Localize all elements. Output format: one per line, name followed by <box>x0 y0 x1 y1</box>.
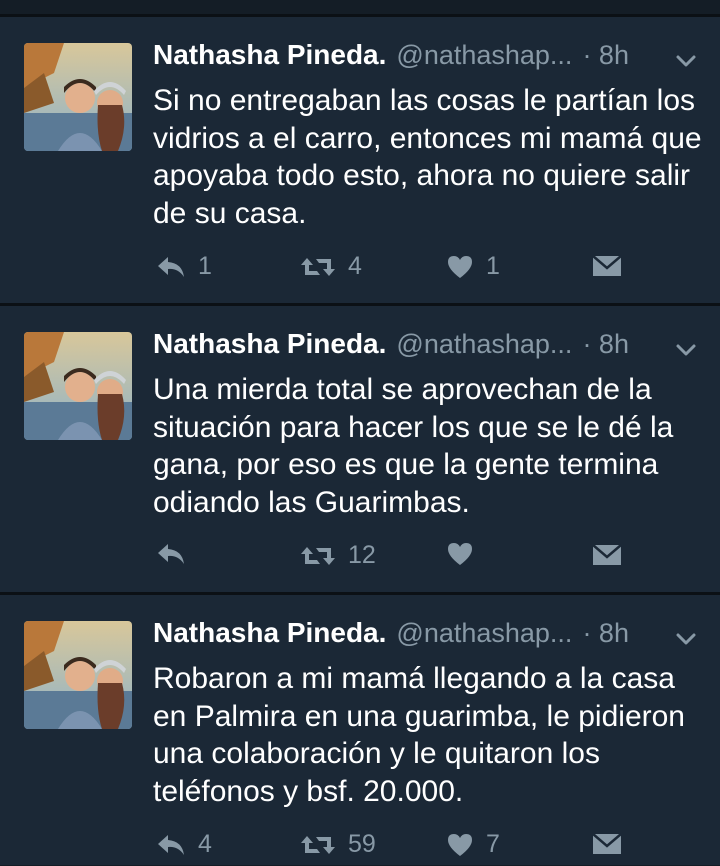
reply-button[interactable]: 4 <box>156 830 212 859</box>
chevron-down-icon[interactable] <box>672 336 700 364</box>
retweet-count: 59 <box>348 830 376 858</box>
retweet-button[interactable]: 4 <box>300 252 362 281</box>
tweet-text: Una mierda total se aprovechan de la sit… <box>153 373 674 519</box>
tweet-header: Nathasha Pineda. @nathashap... · 8h <box>153 328 629 368</box>
avatar[interactable] <box>24 621 132 729</box>
tweet-actions: 12 <box>0 537 720 577</box>
author-name[interactable]: Nathasha Pineda. <box>153 617 386 649</box>
tweet-actions: 1 4 1 <box>0 248 720 288</box>
tweet-time[interactable]: · 8h <box>582 329 629 360</box>
author-handle[interactable]: @nathashap... <box>396 618 572 649</box>
author-handle[interactable]: @nathashap... <box>396 40 572 71</box>
tweet-header: Nathasha Pineda. @nathashap... · 8h <box>153 39 629 79</box>
tweet-time[interactable]: · 8h <box>582 40 629 71</box>
reply-icon <box>158 834 184 855</box>
author-name[interactable]: Nathasha Pineda. <box>153 39 386 71</box>
like-button[interactable]: 7 <box>446 830 500 859</box>
retweet-icon <box>301 257 335 276</box>
avatar[interactable] <box>24 332 132 440</box>
tweet-actions: 4 59 7 <box>0 826 720 866</box>
message-button[interactable] <box>592 830 622 856</box>
like-button[interactable]: 1 <box>446 252 500 281</box>
tweet[interactable]: Nathasha Pineda. @nathashap... · 8h Una … <box>0 306 720 592</box>
retweet-count: 4 <box>348 252 362 280</box>
timeline: Nathasha Pineda. @nathashap... · 8h Si n… <box>0 0 720 865</box>
author-handle[interactable]: @nathashap... <box>396 329 572 360</box>
retweet-icon <box>301 546 335 565</box>
retweet-icon <box>301 835 335 854</box>
reply-count: 4 <box>198 830 212 858</box>
author-name[interactable]: Nathasha Pineda. <box>153 328 386 360</box>
retweet-count: 12 <box>348 541 376 569</box>
message-button[interactable] <box>592 541 622 567</box>
reply-button[interactable] <box>156 541 198 567</box>
envelope-icon <box>592 833 622 854</box>
chevron-down-icon[interactable] <box>672 625 700 653</box>
chevron-down-icon[interactable] <box>672 47 700 75</box>
like-button[interactable] <box>446 541 486 567</box>
retweet-button[interactable]: 12 <box>300 541 376 570</box>
message-button[interactable] <box>592 252 622 278</box>
heart-icon <box>448 833 472 856</box>
tweet[interactable]: Nathasha Pineda. @nathashap... · 8h Roba… <box>0 595 720 865</box>
tweet[interactable]: Nathasha Pineda. @nathashap... · 8h Si n… <box>0 17 720 303</box>
reply-icon <box>158 544 184 564</box>
tweet-time[interactable]: · 8h <box>582 618 629 649</box>
envelope-icon <box>592 255 622 276</box>
tweet-text: Si no entregaban las cosas le partían lo… <box>153 84 702 230</box>
heart-icon <box>448 543 472 565</box>
envelope-icon <box>592 544 622 565</box>
retweet-button[interactable]: 59 <box>300 830 376 859</box>
avatar[interactable] <box>24 43 132 151</box>
tweet-header: Nathasha Pineda. @nathashap... · 8h <box>153 617 629 657</box>
like-count: 7 <box>486 830 500 858</box>
reply-icon <box>158 256 184 277</box>
reply-count: 1 <box>198 252 212 280</box>
heart-icon <box>448 255 472 278</box>
tweet-text: Robaron a mi mamá llegando a la casa en … <box>153 662 685 808</box>
reply-button[interactable]: 1 <box>156 252 212 281</box>
like-count: 1 <box>486 252 500 280</box>
